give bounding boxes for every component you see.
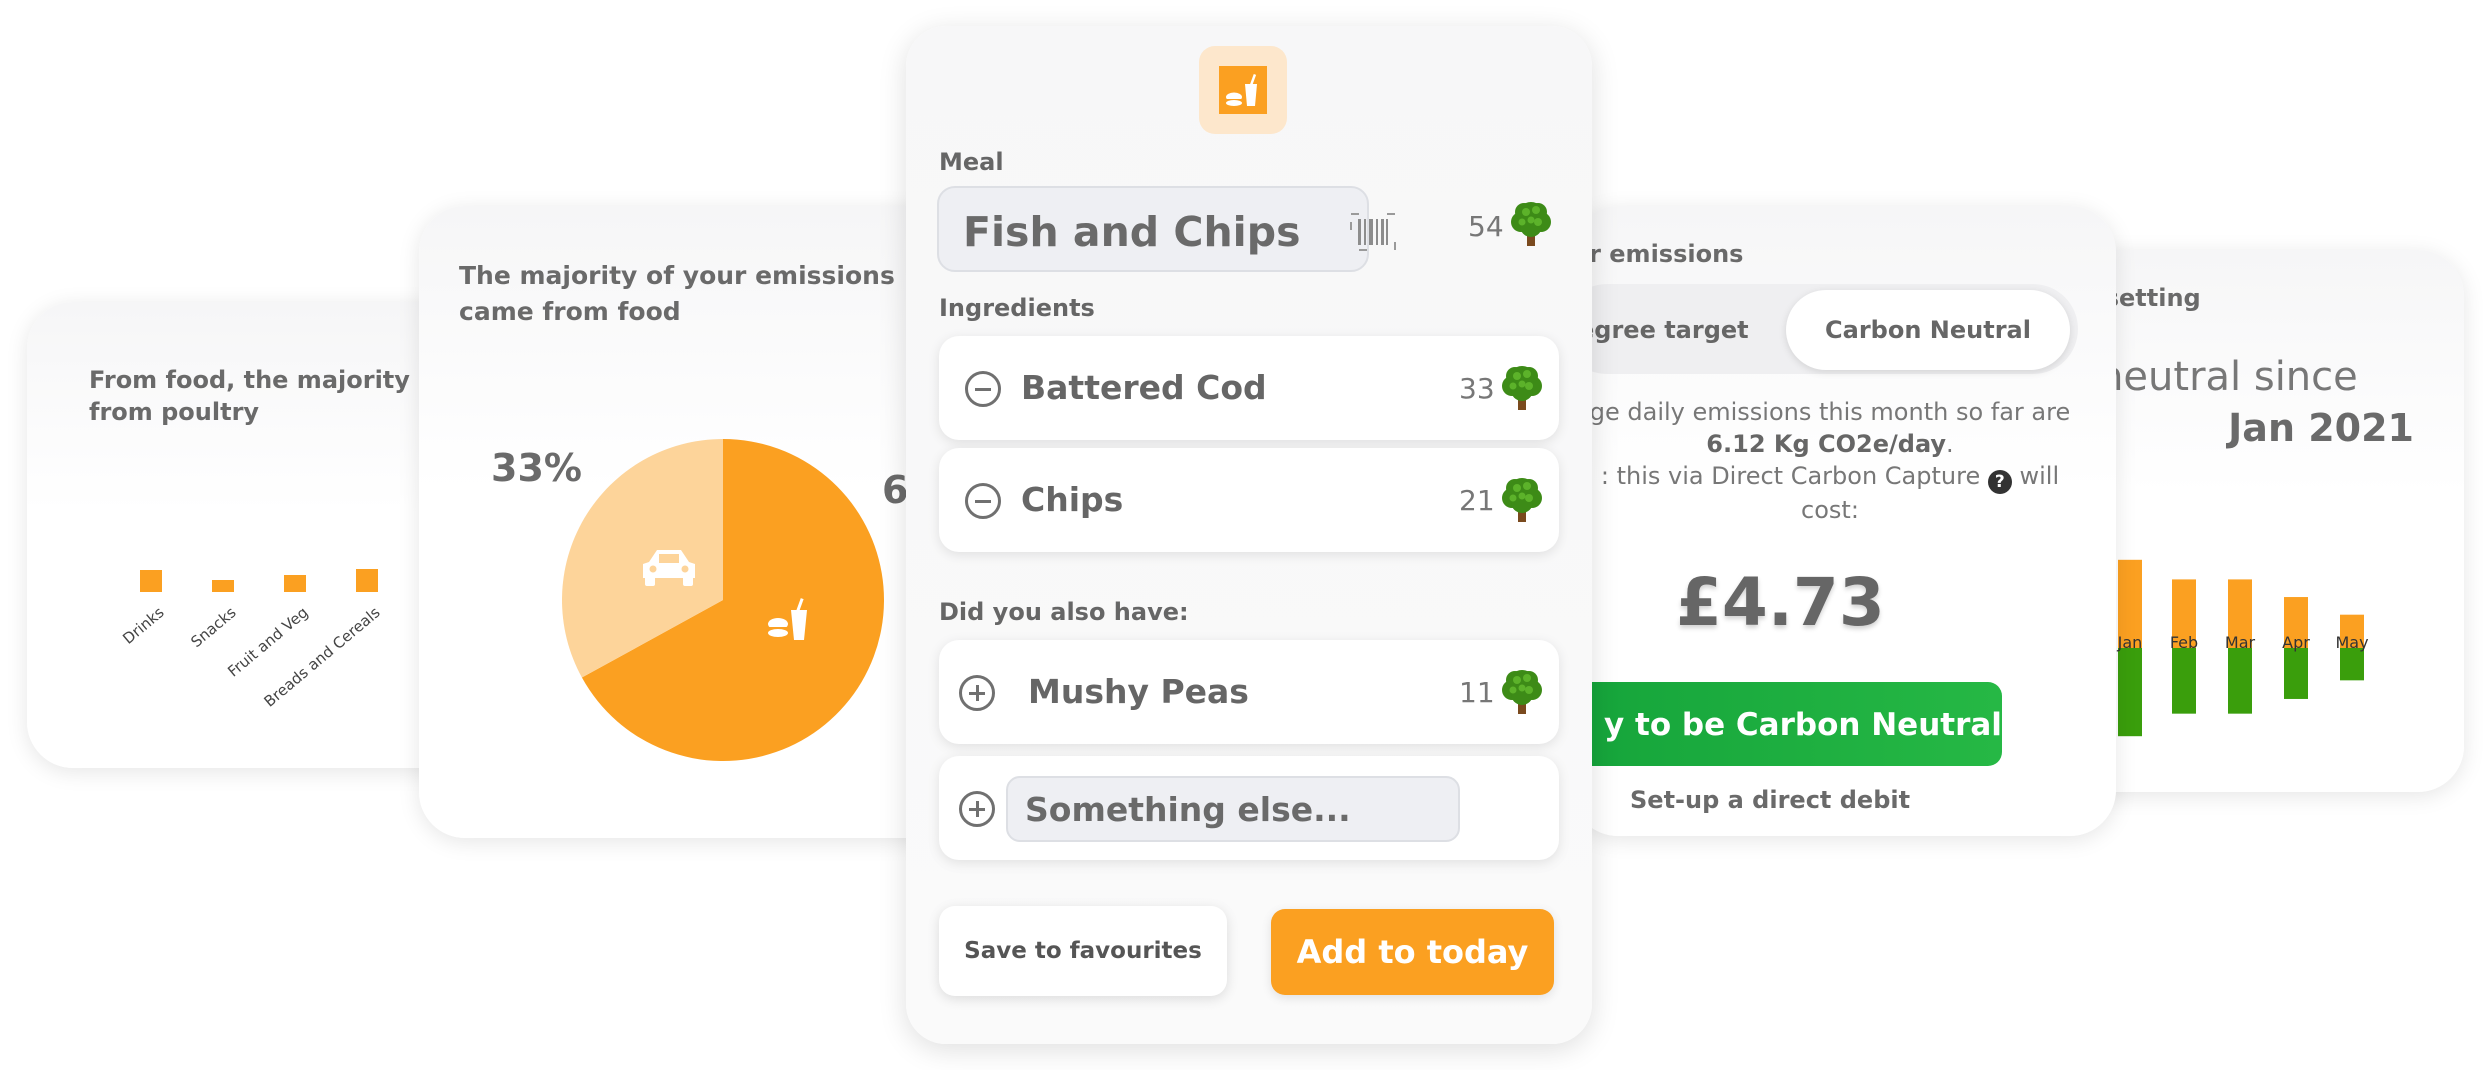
save-favourites-button[interactable]: Save to favourites — [939, 906, 1227, 996]
bar — [356, 569, 378, 592]
bar — [140, 570, 162, 592]
tick-label: Apr — [2282, 633, 2310, 652]
tab-degree-target[interactable]: egree target — [1578, 316, 1749, 344]
carbon-neutral-card: ur emissions egree target Carbon Neutral… — [1572, 206, 2116, 836]
tick-label: Drinks — [119, 603, 167, 648]
direct-debit-link[interactable]: Set-up a direct debit — [1630, 786, 1910, 814]
tick-label: Jan — [2117, 633, 2143, 652]
plus-circle-icon[interactable] — [959, 675, 995, 711]
minus-circle-icon[interactable] — [965, 483, 1001, 519]
meal-entry-card: Meal Fish and Chips 54 Ingredients Batte… — [906, 26, 1592, 1044]
tick-label: Mar — [2225, 633, 2256, 652]
tab-carbon-neutral[interactable]: Carbon Neutral — [1786, 290, 2070, 370]
offset-price: £4.73 — [1676, 564, 1885, 641]
ingredient-score: 33 — [1459, 372, 1495, 405]
ingredient-name: Battered Cod — [1021, 368, 1267, 407]
pay-button-label: y to be Carbon Neutral — [1604, 707, 2002, 743]
minus-circle-icon[interactable] — [965, 371, 1001, 407]
ingredient-row: Chips 21 — [939, 448, 1559, 552]
meal-score: 54 — [1468, 210, 1504, 243]
save-favourites-label: Save to favourites — [964, 938, 1202, 964]
meal-input-value: Fish and Chips — [963, 208, 1301, 256]
tree-icon — [1499, 364, 1545, 416]
ingredient-row: Battered Cod 33 — [939, 336, 1559, 440]
emissions-split-card: The majority of your emissions came from… — [419, 206, 959, 838]
emissions-line-4: cost: — [1801, 496, 1859, 524]
tick-label: May — [2335, 633, 2368, 652]
emissions-pie-chart — [562, 439, 884, 761]
tab-carbon-neutral-label: Carbon Neutral — [1825, 316, 2031, 344]
bar-offset — [2284, 648, 2308, 699]
tick-label: Feb — [2170, 633, 2198, 652]
ingredient-name: Chips — [1021, 480, 1124, 519]
pay-carbon-neutral-button[interactable]: y to be Carbon Neutral — [1572, 682, 2002, 766]
suggestion-score: 11 — [1459, 676, 1495, 709]
suggestion-name: Mushy Peas — [1028, 672, 1249, 711]
tree-icon — [1508, 200, 1554, 252]
add-to-today-label: Add to today — [1296, 933, 1529, 971]
ingredient-score: 21 — [1459, 484, 1495, 517]
bar-offset — [2118, 648, 2142, 737]
something-else-input[interactable]: Something else... — [1006, 776, 1460, 842]
ingredients-label: Ingredients — [939, 294, 1095, 322]
emissions-line-3: : this via Direct Carbon Capture ? will — [1600, 462, 2060, 494]
help-icon[interactable]: ? — [1987, 470, 2012, 494]
something-else-row: Something else... — [939, 756, 1559, 860]
meal-input[interactable]: Fish and Chips — [937, 186, 1396, 272]
target-toggle: egree target Carbon Neutral — [1572, 284, 2078, 374]
meal-label: Meal — [939, 148, 1004, 176]
add-to-today-button[interactable]: Add to today — [1271, 909, 1554, 995]
something-else-placeholder: Something else... — [1025, 790, 1351, 829]
fast-food-icon — [1199, 46, 1287, 134]
bar-offset — [2228, 648, 2252, 714]
card-title: ur emissions — [1572, 240, 1744, 268]
emissions-line-1: ge daily emissions this month so far are — [1589, 398, 2071, 426]
tick-label: Breads and Cereals — [260, 603, 383, 710]
daily-emissions-value: 6.12 Kg CO2e/day — [1706, 430, 1947, 458]
also-have-label: Did you also have: — [939, 598, 1189, 626]
emissions-text: ge daily emissions this month so far are… — [1572, 396, 2088, 526]
bar-offset — [2172, 648, 2196, 714]
bar-offset — [2340, 648, 2364, 681]
bar — [212, 580, 234, 592]
barcode-icon[interactable] — [1349, 212, 1397, 252]
tree-icon — [1499, 476, 1545, 528]
tree-icon — [1499, 668, 1545, 720]
plus-circle-icon[interactable] — [959, 791, 995, 827]
bar — [284, 575, 306, 592]
emissions-line-2: 6.12 Kg CO2e/day. — [1706, 430, 1954, 458]
tick-label: Snacks — [187, 603, 239, 651]
suggestion-row: Mushy Peas 11 — [939, 640, 1559, 744]
